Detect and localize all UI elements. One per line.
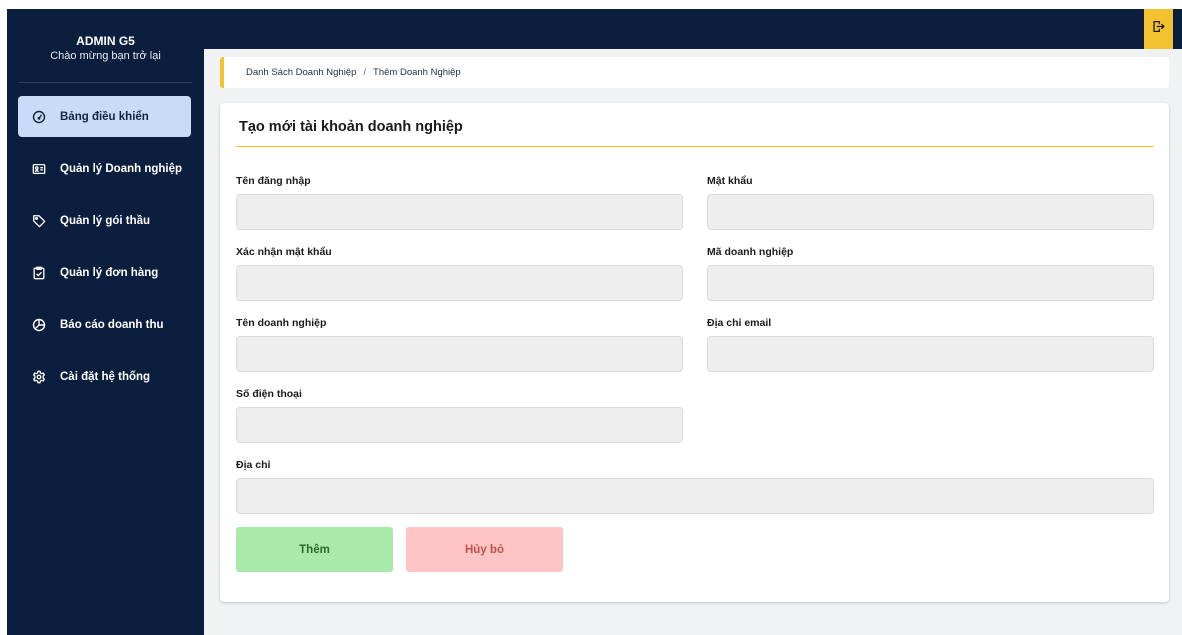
form-title: Tạo mới tài khoản doanh nghiệp (239, 119, 463, 135)
sidebar: ADMIN G5 Chào mừng bạn trở lại Bảng điều… (7, 9, 204, 635)
email-input[interactable] (707, 336, 1154, 372)
cancel-button[interactable]: Hủy bỏ (406, 527, 563, 572)
sidebar-item-dashboard[interactable]: Bảng điều khiển (18, 96, 191, 137)
password-label: Mật khẩu (707, 175, 753, 187)
create-company-form: Tạo mới tài khoản doanh nghiệp Tên đăng … (220, 103, 1169, 602)
sidebar-item-revenue[interactable]: Báo cáo doanh thu (18, 304, 191, 345)
email-label: Địa chỉ email (707, 317, 772, 329)
pie-chart-icon (32, 318, 46, 332)
sidebar-item-label: Quản lý Doanh nghiệp (60, 162, 183, 175)
app-frame: ADMIN G5 Chào mừng bạn trở lại Bảng điều… (7, 9, 1182, 635)
brand-title: ADMIN G5 (76, 34, 135, 48)
gauge-icon (32, 110, 46, 124)
address-label: Địa chỉ (236, 459, 271, 471)
sidebar-item-orders[interactable]: Quản lý đơn hàng (18, 252, 191, 293)
sidebar-item-label: Quản lý đơn hàng (60, 266, 159, 279)
add-button[interactable]: Thêm (236, 527, 393, 572)
sidebar-item-label: Quản lý gói thầu (60, 214, 151, 227)
confirm-password-input[interactable] (236, 265, 683, 301)
breadcrumb: Danh Sách Doanh Nghiệp / Thêm Doanh Nghi… (220, 57, 1169, 88)
top-bar (204, 9, 1182, 49)
phone-input[interactable] (236, 407, 683, 443)
address-input[interactable] (236, 478, 1154, 514)
form-title-divider (236, 146, 1154, 147)
sidebar-divider (19, 82, 192, 83)
company-code-input[interactable] (707, 265, 1154, 301)
clipboard-check-icon (32, 266, 46, 280)
phone-label: Số điện thoại (236, 388, 302, 400)
sidebar-item-label: Bảng điều khiển (60, 110, 149, 123)
logout-button[interactable] (1144, 9, 1173, 49)
breadcrumb-separator: / (363, 67, 367, 78)
sidebar-item-settings[interactable]: Cài đặt hệ thống (18, 356, 191, 397)
brand: ADMIN G5 Chào mừng bạn trở lại (7, 34, 204, 63)
breadcrumb-parent[interactable]: Danh Sách Doanh Nghiệp (246, 67, 356, 78)
username-label: Tên đăng nhập (236, 175, 311, 187)
company-code-label: Mã doanh nghiệp (707, 246, 794, 258)
confirm-password-label: Xác nhận mật khẩu (236, 246, 332, 258)
sidebar-item-label: Báo cáo doanh thu (60, 318, 164, 331)
tag-icon (32, 214, 46, 228)
brand-subtitle: Chào mừng bạn trở lại (50, 50, 161, 62)
username-input[interactable] (236, 194, 683, 230)
sidebar-item-label: Cài đặt hệ thống (60, 370, 151, 383)
id-card-icon (32, 162, 46, 176)
password-input[interactable] (707, 194, 1154, 230)
breadcrumb-current: Thêm Doanh Nghiệp (373, 67, 461, 78)
sidebar-item-companies[interactable]: Quản lý Doanh nghiệp (18, 148, 191, 189)
gear-icon (32, 370, 46, 384)
sidebar-item-bids[interactable]: Quản lý gói thầu (18, 200, 191, 241)
company-name-input[interactable] (236, 336, 683, 372)
logout-icon (1152, 20, 1165, 38)
company-name-label: Tên doanh nghiệp (236, 317, 327, 329)
